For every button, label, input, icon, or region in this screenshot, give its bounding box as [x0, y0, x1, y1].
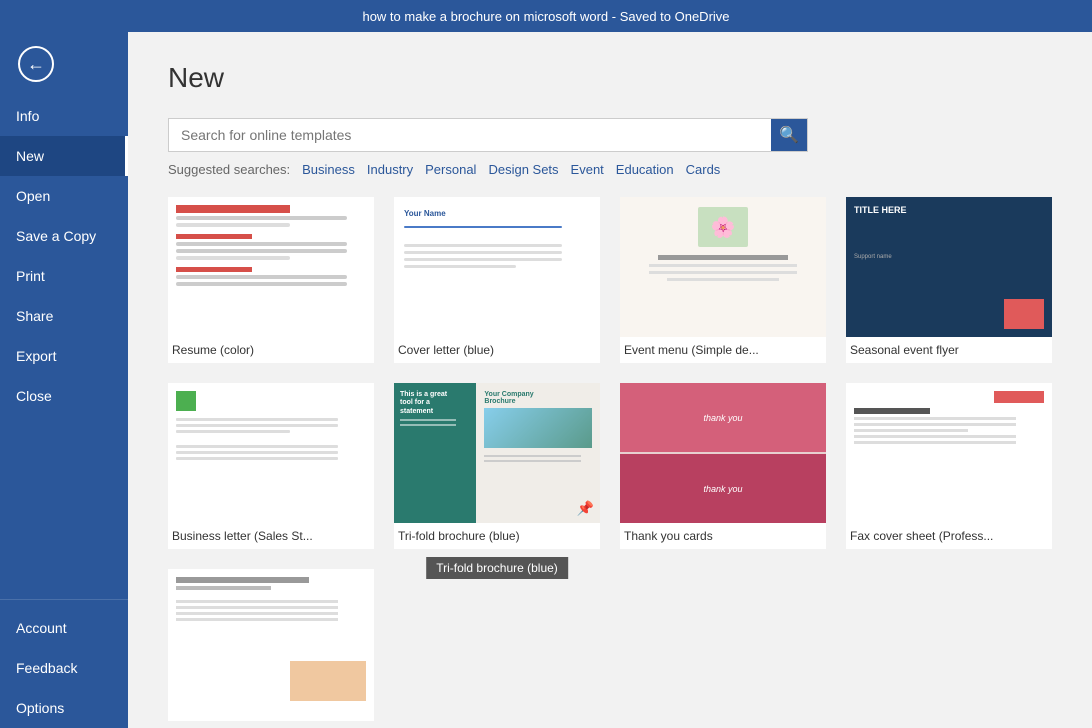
sidebar-bottom-nav: Account Feedback Options [0, 591, 128, 728]
thumb-cover: Your Name [394, 197, 600, 337]
template-label-business: Business letter (Sales St... [168, 523, 374, 549]
sidebar-item-info[interactable]: Info [0, 96, 128, 136]
search-input[interactable] [169, 119, 771, 151]
back-icon: ← [18, 46, 54, 82]
template-card-brochure[interactable]: This is a greattool for astatement Your … [394, 383, 600, 549]
suggested-tag-business[interactable]: Business [302, 162, 355, 177]
sidebar-item-close[interactable]: Close [0, 376, 128, 416]
template-label-fax: Fax cover sheet (Profess... [846, 523, 1052, 549]
template-thumbnail-fax [846, 383, 1052, 523]
thumb-fax [846, 383, 1052, 523]
pin-icon: 📌 [577, 500, 594, 517]
app-container: ← Info New Open Save a Copy Print Share … [0, 32, 1092, 728]
template-label-wedding [168, 709, 374, 721]
sidebar-item-export[interactable]: Export [0, 336, 128, 376]
template-card-wrapper-seasonal: TITLE HERE Support name Seasonal event f… [846, 197, 1052, 363]
sidebar-item-print[interactable]: Print [0, 256, 128, 296]
template-label-seasonal: Seasonal event flyer [846, 337, 1052, 363]
template-thumbnail-resume [168, 197, 374, 337]
thumb-seasonal: TITLE HERE Support name [846, 197, 1052, 337]
title-bar-text: how to make a brochure on microsoft word… [362, 9, 729, 24]
suggested-label: Suggested searches: [168, 162, 290, 177]
template-label-event: Event menu (Simple de... [620, 337, 826, 363]
page-title: New [168, 62, 1052, 94]
sidebar-divider [0, 599, 128, 600]
sidebar-item-share[interactable]: Share [0, 296, 128, 336]
title-bar: how to make a brochure on microsoft word… [0, 0, 1092, 32]
template-thumbnail-cover: Your Name [394, 197, 600, 337]
template-card-thankyou[interactable]: thank you thank you Thank you cards [620, 383, 826, 549]
template-card-fax[interactable]: Fax cover sheet (Profess... [846, 383, 1052, 549]
template-card-wrapper-resume: Resume (color) [168, 197, 374, 363]
thumb-thankyou: thank you thank you [620, 383, 826, 523]
sidebar-item-account[interactable]: Account [0, 608, 128, 648]
back-button[interactable]: ← [8, 36, 64, 92]
template-thumbnail-business [168, 383, 374, 523]
sidebar-item-open[interactable]: Open [0, 176, 128, 216]
template-card-wrapper-thankyou: thank you thank you Thank you cards [620, 383, 826, 549]
template-card-cover[interactable]: Your Name Cover letter (blue) [394, 197, 600, 363]
thumb-business [168, 383, 374, 523]
template-card-wrapper-fax: Fax cover sheet (Profess... [846, 383, 1052, 549]
suggested-tag-event[interactable]: Event [571, 162, 604, 177]
template-card-business[interactable]: Business letter (Sales St... [168, 383, 374, 549]
template-label-resume: Resume (color) [168, 337, 374, 363]
template-label-brochure: Tri-fold brochure (blue) [394, 523, 600, 549]
sidebar-item-options[interactable]: Options [0, 688, 128, 728]
template-card-wrapper-wedding [168, 569, 374, 721]
template-card-seasonal[interactable]: TITLE HERE Support name Seasonal event f… [846, 197, 1052, 363]
sidebar-nav: Info New Open Save a Copy Print Share Ex… [0, 96, 128, 416]
search-area: 🔍 Suggested searches: Business Industry … [168, 118, 1052, 177]
template-label-thankyou: Thank you cards [620, 523, 826, 549]
suggested-searches: Suggested searches: Business Industry Pe… [168, 162, 1052, 177]
template-thumbnail-thankyou: thank you thank you [620, 383, 826, 523]
template-card-wrapper-event: 🌸 Event menu (Simple de... [620, 197, 826, 363]
suggested-tag-education[interactable]: Education [616, 162, 674, 177]
template-thumbnail-wedding [168, 569, 374, 709]
template-thumbnail-seasonal: TITLE HERE Support name [846, 197, 1052, 337]
suggested-tag-cards[interactable]: Cards [686, 162, 721, 177]
suggested-tag-personal[interactable]: Personal [425, 162, 476, 177]
thumb-wedding [168, 569, 374, 709]
search-box: 🔍 [168, 118, 808, 152]
thumb-resume [168, 197, 374, 337]
sidebar: ← Info New Open Save a Copy Print Share … [0, 32, 128, 728]
main-content: New 🔍 Suggested searches: Business Indus… [128, 32, 1092, 728]
search-button[interactable]: 🔍 [771, 119, 807, 151]
template-card-wedding[interactable] [168, 569, 374, 721]
template-card-wrapper-cover: Your Name Cover letter (blue) [394, 197, 600, 363]
thumb-brochure: This is a greattool for astatement Your … [394, 383, 600, 523]
sidebar-item-new[interactable]: New [0, 136, 128, 176]
template-card-resume[interactable]: Resume (color) [168, 197, 374, 363]
template-card-wrapper-business: Business letter (Sales St... [168, 383, 374, 549]
suggested-tag-industry[interactable]: Industry [367, 162, 413, 177]
template-label-cover: Cover letter (blue) [394, 337, 600, 363]
sidebar-item-save-copy[interactable]: Save a Copy [0, 216, 128, 256]
thumb-event: 🌸 [620, 197, 826, 337]
template-card-event[interactable]: 🌸 Event menu (Simple de... [620, 197, 826, 363]
templates-grid: Resume (color) Your Name [168, 197, 1052, 721]
sidebar-item-feedback[interactable]: Feedback [0, 648, 128, 688]
template-card-wrapper-brochure: This is a greattool for astatement Your … [394, 383, 600, 549]
template-thumbnail-brochure: This is a greattool for astatement Your … [394, 383, 600, 523]
suggested-tag-design-sets[interactable]: Design Sets [488, 162, 558, 177]
tooltip-brochure: Tri-fold brochure (blue) [426, 557, 568, 579]
template-thumbnail-event: 🌸 [620, 197, 826, 337]
